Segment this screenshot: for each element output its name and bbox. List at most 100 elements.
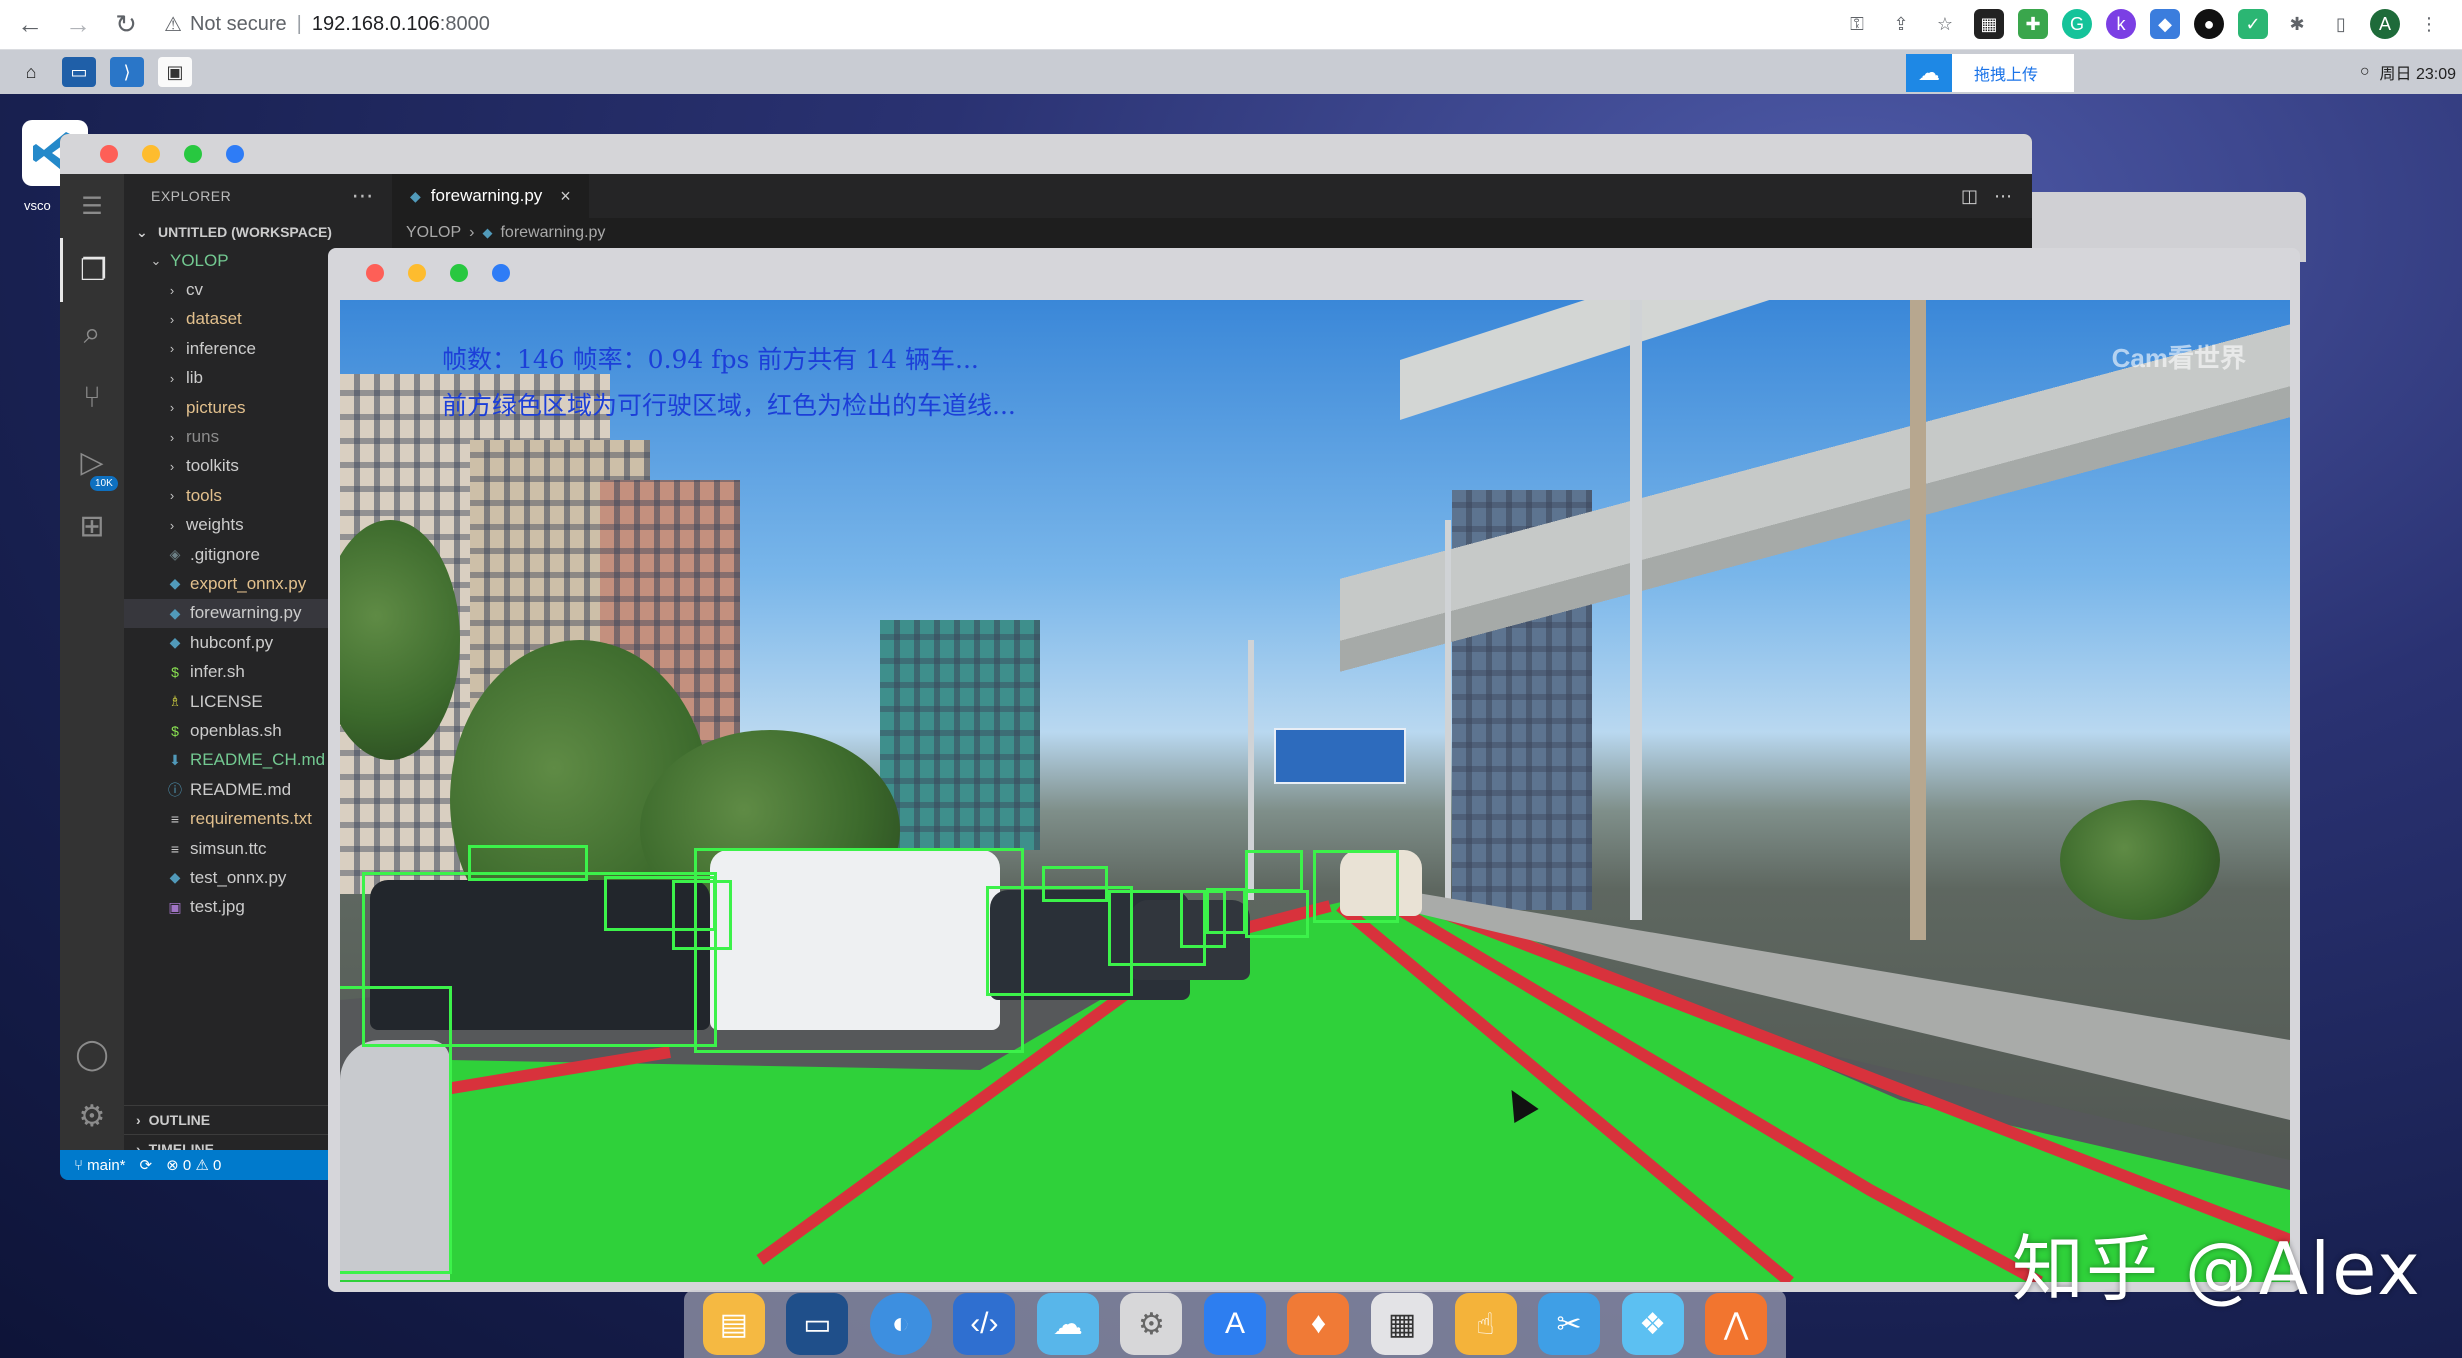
breadcrumb-file[interactable]: forewarning.py (500, 224, 605, 242)
tree-item-label: test.jpg (190, 897, 245, 917)
tree-item-label: dataset (186, 309, 242, 329)
detection-box (1206, 888, 1246, 934)
breadcrumb: YOLOP › ◆ forewarning.py (392, 218, 605, 248)
accounts-icon[interactable]: ◯ (60, 1022, 124, 1086)
chevron-right-icon: › (169, 429, 175, 445)
extensions-icon[interactable]: ⊞ (60, 494, 124, 558)
pin-window-button[interactable] (492, 264, 510, 282)
upload-widget[interactable]: ☁ 拖拽上传 (1906, 54, 2074, 92)
extension-puzzle-green-icon[interactable]: ✚ (2018, 9, 2048, 39)
menu-icon[interactable]: ☰ (60, 174, 124, 238)
app-store-icon[interactable]: A (1203, 1293, 1266, 1355)
forward-icon[interactable]: → (60, 7, 96, 43)
split-editor-icon[interactable]: ◫ (1961, 186, 1978, 207)
minimize-window-button[interactable] (408, 264, 426, 282)
breadcrumb-root[interactable]: YOLOP (406, 224, 461, 242)
tools-wrench-icon[interactable]: ✂ (1538, 1293, 1601, 1355)
star-icon[interactable]: ☆ (1930, 9, 1960, 39)
source-control-icon[interactable]: ⑂ (60, 366, 124, 430)
maximize-window-button[interactable] (184, 145, 202, 163)
pin-window-button[interactable] (226, 145, 244, 163)
address-bar[interactable]: ⚠ Not secure | 192.168.0.106:8000 (164, 12, 490, 37)
extensions-icon[interactable]: ✱ (2282, 9, 2312, 39)
branch-status[interactable]: ⑂ main* (74, 1157, 126, 1174)
extension-dark-icon[interactable]: ▦ (1974, 9, 2004, 39)
maximize-window-button[interactable] (450, 264, 468, 282)
tree-item-label: infer.sh (190, 662, 245, 682)
window-thumbnail-icon[interactable]: ▭ (62, 57, 96, 87)
close-window-button[interactable] (100, 145, 118, 163)
more-actions-icon[interactable]: ⋯ (352, 183, 375, 209)
road-segmentation-overlay (340, 890, 2290, 1282)
profile-avatar[interactable]: A (2370, 9, 2400, 39)
extension-shield-blue-icon[interactable]: ◆ (2150, 9, 2180, 39)
close-tab-icon[interactable]: × (560, 186, 571, 207)
explorer-title: EXPLORER (151, 188, 232, 204)
code-editor-icon[interactable]: ‹/› (953, 1293, 1016, 1355)
detection-box (468, 845, 588, 881)
app-launcher-icon[interactable]: ⌂ (14, 57, 48, 87)
search-icon[interactable]: ⌕ (60, 302, 124, 366)
terminal-taskbar-icon[interactable]: ▣ (158, 57, 192, 87)
touch-hand-icon[interactable]: ☝ (1454, 1293, 1517, 1355)
tree-item-label: openblas.sh (190, 720, 282, 740)
tips-bulb-icon[interactable]: ♦ (1287, 1293, 1350, 1355)
minimize-window-button[interactable] (142, 145, 160, 163)
system-settings-gear-icon[interactable]: ⚙ (1120, 1293, 1183, 1355)
video-window-titlebar (328, 248, 2300, 298)
outline-label: OUTLINE (148, 1112, 211, 1128)
extension-shield-green-icon[interactable]: ✓ (2238, 9, 2268, 39)
key-icon[interactable]: ⚿ (1842, 9, 1872, 39)
clock-label: 周日 23:09 (2379, 66, 2457, 83)
panel-clock[interactable]: ○ 周日 23:09 (2360, 60, 2456, 84)
file-type-icon: ♗ (168, 693, 182, 710)
explorer-header: EXPLORER ⋯ (124, 174, 392, 218)
problems-status[interactable]: ⊗ 0 ⚠ 0 (166, 1156, 221, 1174)
share-icon[interactable]: ⇪ (1886, 9, 1916, 39)
tree-item-label: README_CH.md (190, 750, 326, 770)
settings-gear-icon[interactable]: ⚙ (60, 1084, 124, 1148)
close-window-button[interactable] (366, 264, 384, 282)
search-icon[interactable]: ○ (2360, 63, 2370, 81)
detection-box (1042, 866, 1108, 902)
tree-item-label: tools (186, 485, 222, 505)
file-type-icon: $ (171, 664, 179, 681)
cloud-app-icon[interactable]: ☁ (1036, 1293, 1099, 1355)
chevron-right-icon: › (169, 517, 175, 533)
detection-box (1313, 850, 1399, 923)
url-port: :8000 (439, 13, 490, 35)
files-app-icon[interactable]: ▤ (702, 1293, 765, 1355)
tree-item-label: inference (186, 338, 256, 358)
menu-dots-icon[interactable]: ⋮ (2414, 9, 2444, 39)
extension-mascot-icon[interactable]: ● (2194, 9, 2224, 39)
vscode-taskbar-icon[interactable]: ⟩ (110, 57, 144, 87)
extension-k-icon[interactable]: k (2106, 9, 2136, 39)
browser-planet-icon[interactable]: ◐ (869, 1293, 932, 1355)
chevron-right-icon: › (169, 400, 175, 416)
upload-cloud-icon: ☁ (1906, 54, 1952, 92)
chevron-right-icon: › (169, 370, 175, 386)
file-type-icon: ◆ (169, 634, 181, 651)
extension-grammarly-icon[interactable]: G (2062, 9, 2092, 39)
workspace-row[interactable]: ⌄ UNTITLED (WORKSPACE) (124, 218, 392, 246)
extensions-row: ⚿ ⇪ ☆ ▦ ✚ G k ◆ ● ✓ ✱ ▯ A ⋮ (1842, 9, 2444, 39)
detection-box (672, 880, 732, 950)
tree-item-label: pictures (186, 397, 246, 417)
editor-tab-forewarning[interactable]: ◆ forewarning.py × (392, 174, 589, 218)
tree-item-label: runs (186, 427, 220, 447)
anaconda-app-icon[interactable]: ⋀ (1705, 1293, 1768, 1355)
back-icon[interactable]: ← (12, 7, 48, 43)
reload-icon[interactable]: ↻ (108, 7, 144, 43)
editor-actions: ◫ ⋯ (1961, 186, 2012, 207)
more-actions-icon[interactable]: ⋯ (1994, 186, 2012, 207)
sync-icon[interactable]: ⟳ (140, 1156, 153, 1174)
sidepanel-icon[interactable]: ▯ (2326, 9, 2356, 39)
error-icon: ⊗ (166, 1157, 179, 1174)
mascot-app-icon[interactable]: ❖ (1621, 1293, 1684, 1355)
warning-count: 0 (213, 1157, 222, 1174)
terminal-app-icon[interactable]: ▭ (786, 1293, 849, 1355)
explorer-files-icon[interactable]: ❐ (60, 238, 124, 302)
file-type-icon: ≡ (170, 840, 180, 857)
tree-item-label: export_onnx.py (190, 573, 307, 593)
calculator-icon[interactable]: ▦ (1371, 1293, 1434, 1355)
